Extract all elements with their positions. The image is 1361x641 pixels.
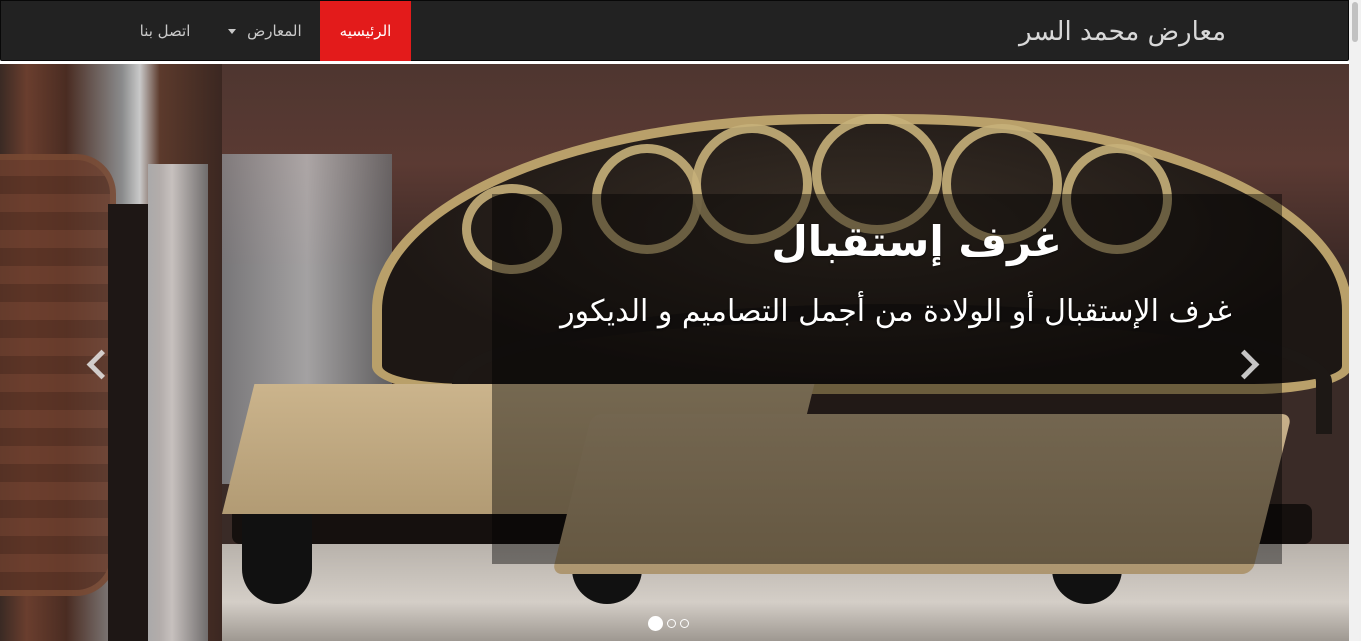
scrollbar-thumb[interactable] <box>1352 2 1358 42</box>
glass-reflection-decor <box>148 164 208 641</box>
caret-down-icon <box>228 29 237 34</box>
carousel-indicator-3[interactable] <box>680 618 689 628</box>
chevron-left-icon <box>86 349 116 379</box>
carousel-indicators <box>648 615 689 631</box>
hero-carousel: غرف إستقبال غرف الإستقبال أو الولادة من … <box>0 64 1349 641</box>
nav-item-contact[interactable]: اتصل بنا <box>121 1 209 61</box>
nav-item-exhibits-label: المعارض <box>247 22 302 40</box>
carousel-next-button[interactable] <box>1228 334 1268 394</box>
carousel-prev-button[interactable] <box>77 334 117 394</box>
nav-item-home[interactable]: الرئيسيه <box>320 1 411 61</box>
slide-caption-title: غرف إستقبال <box>771 217 1062 266</box>
carousel-indicator-2[interactable] <box>667 618 676 628</box>
chevron-right-icon <box>1229 349 1259 379</box>
carousel-indicator-1[interactable] <box>648 615 663 631</box>
brand-logo-text[interactable]: معارض محمد السر <box>1019 15 1226 49</box>
page-scrollbar[interactable] <box>1349 0 1361 641</box>
slide-caption-text: غرف الإستقبال أو الولادة من أجمل التصامي… <box>560 294 1232 329</box>
nav-item-exhibits-dropdown[interactable]: المعارض <box>215 1 315 61</box>
sofa-leg <box>242 514 312 604</box>
door-frame-decor <box>108 204 148 641</box>
top-navbar: معارض محمد السر الرئيسيه المعارض اتصل بن… <box>0 0 1349 61</box>
